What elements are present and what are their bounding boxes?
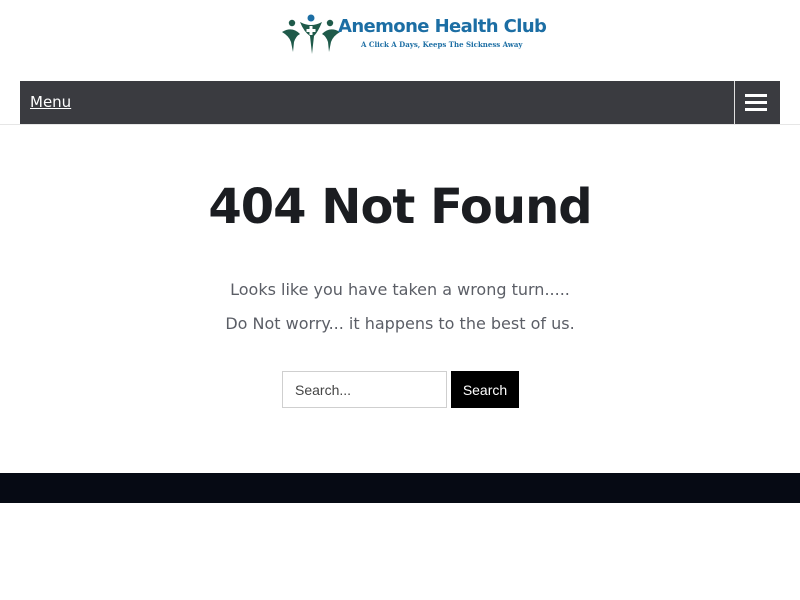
search-form: Search [282,371,522,408]
error-message-line-2: Do Not worry... it happens to the best o… [225,314,575,333]
nav-divider [734,81,735,124]
error-message-line-1: Looks like you have taken a wrong turn..… [230,280,570,299]
search-input[interactable] [282,371,447,408]
hamburger-icon[interactable] [745,93,767,111]
health-figures-logo-icon [282,14,340,54]
site-title: Anemone Health Club [338,16,547,37]
page-title: 404 Not Found [208,179,592,235]
main-navigation: Menu [0,80,800,125]
site-header: Anemone Health Club A Click A Days, Keep… [0,0,800,80]
site-tagline: A Click A Days, Keeps The Sickness Away [361,40,523,49]
site-footer [0,473,800,503]
nav-bar: Menu [20,81,780,124]
search-button[interactable]: Search [451,371,519,408]
site-logo-link[interactable]: Anemone Health Club A Click A Days, Keep… [280,12,547,57]
main-content: 404 Not Found Looks like you have taken … [0,125,800,473]
menu-link[interactable]: Menu [30,92,71,112]
